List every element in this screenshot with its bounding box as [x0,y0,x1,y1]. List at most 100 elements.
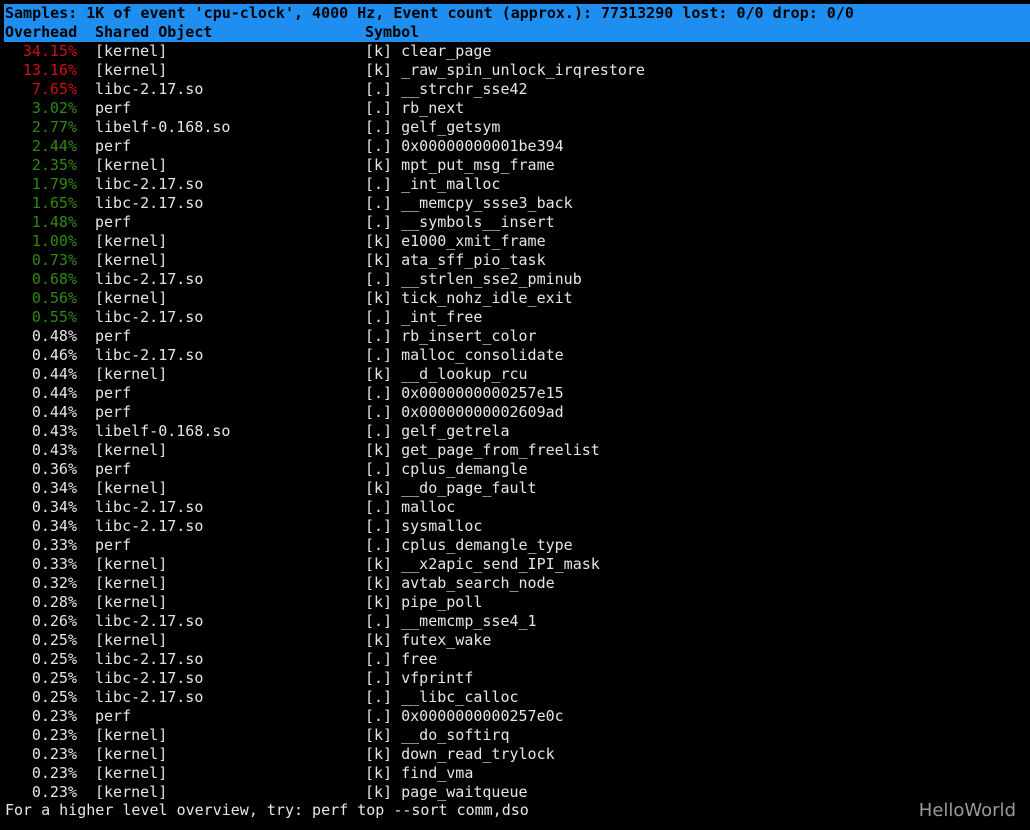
overhead-cell: 0.44% [31,403,77,421]
table-row[interactable]: 0.34% [kernel] [k] __do_page_fault [5,479,1030,498]
table-row[interactable]: 1.65% libc-2.17.so [.] __memcpy_ssse3_back [5,194,1030,213]
table-row[interactable]: 34.15% [kernel] [k] clear_page [5,42,1030,61]
symbol-cell: [.] 0x00000000002609ad [365,403,564,421]
table-row[interactable]: 0.73% [kernel] [k] ata_sff_pio_task [5,251,1030,270]
summary-line: Samples: 1K of event 'cpu-clock', 4000 H… [5,4,854,22]
table-row[interactable]: 2.44% perf [.] 0x00000000001be394 [5,137,1030,156]
overhead-cell: 0.56% [31,289,77,307]
table-row[interactable]: 0.34% libc-2.17.so [.] malloc [5,498,1030,517]
table-row[interactable]: 2.77% libelf-0.168.so [.] gelf_getsym [5,118,1030,137]
shared-object-cell: perf [95,460,132,478]
watermark: HelloWorld [918,800,1016,821]
shared-object-cell: [kernel] [95,631,168,649]
table-row[interactable]: 0.44% [kernel] [k] __d_lookup_rcu [5,365,1030,384]
table-row[interactable]: 0.44% perf [.] 0x00000000002609ad [5,403,1030,422]
table-row[interactable]: 0.33% [kernel] [k] __x2apic_send_IPI_mask [5,555,1030,574]
table-row[interactable]: 0.55% libc-2.17.so [.] _int_free [5,308,1030,327]
overhead-cell: 0.36% [31,460,77,478]
symbol-cell: [k] e1000_xmit_frame [365,232,546,250]
symbol-cell: [k] __d_lookup_rcu [365,365,528,383]
table-row[interactable]: 1.00% [kernel] [k] e1000_xmit_frame [5,232,1030,251]
shared-object-cell: libelf-0.168.so [95,422,231,440]
shared-object-cell: perf [95,707,132,725]
table-row[interactable]: 0.23% [kernel] [k] find_vma [5,764,1030,783]
shared-object-cell: [kernel] [95,479,168,497]
table-row[interactable]: 2.35% [kernel] [k] mpt_put_msg_frame [5,156,1030,175]
overhead-cell: 0.25% [31,631,77,649]
table-row[interactable]: 0.23% [kernel] [k] page_waitqueue [5,783,1030,802]
table-row[interactable]: 0.43% libelf-0.168.so [.] gelf_getrela [5,422,1030,441]
table-row[interactable]: 0.23% perf [.] 0x0000000000257e0c [5,707,1030,726]
table-row[interactable]: 0.48% perf [.] rb_insert_color [5,327,1030,346]
table-row[interactable]: 7.65% libc-2.17.so [.] __strchr_sse42 [5,80,1030,99]
table-row[interactable]: 0.25% [kernel] [k] futex_wake [5,631,1030,650]
table-row[interactable]: 3.02% perf [.] rb_next [5,99,1030,118]
table-row[interactable]: 0.33% perf [.] cplus_demangle_type [5,536,1030,555]
table-row[interactable]: 1.48% perf [.] __symbols__insert [5,213,1030,232]
overhead-cell: 0.25% [31,688,77,706]
overhead-cell: 7.65% [31,80,77,98]
table-row[interactable]: 0.32% [kernel] [k] avtab_search_node [5,574,1030,593]
symbol-cell: [.] malloc_consolidate [365,346,564,364]
overhead-cell: 0.44% [31,384,77,402]
shared-object-cell: libc-2.17.so [95,175,204,193]
table-row[interactable]: 0.25% libc-2.17.so [.] __libc_calloc [5,688,1030,707]
shared-object-cell: [kernel] [95,574,168,592]
shared-object-cell: libc-2.17.so [95,346,204,364]
overhead-cell: 1.65% [31,194,77,212]
table-row[interactable]: 0.44% perf [.] 0x0000000000257e15 [5,384,1030,403]
shared-object-cell: [kernel] [95,593,168,611]
shared-object-cell: libc-2.17.so [95,498,204,516]
symbol-cell: [.] __memcpy_ssse3_back [365,194,573,212]
shared-object-cell: [kernel] [95,251,168,269]
table-row[interactable]: 1.79% libc-2.17.so [.] _int_malloc [5,175,1030,194]
shared-object-cell: libc-2.17.so [95,194,204,212]
symbol-cell: [.] __memcmp_sse4_1 [365,612,537,630]
column-shared-object[interactable]: Shared Object [95,23,212,42]
overhead-cell: 0.33% [31,555,77,573]
symbol-cell: [.] rb_insert_color [365,327,537,345]
symbol-cell: [k] clear_page [365,42,492,60]
overhead-cell: 0.23% [31,726,77,744]
symbol-cell: [k] __x2apic_send_IPI_mask [365,555,600,573]
overhead-cell: 0.33% [31,536,77,554]
table-row[interactable]: 0.34% libc-2.17.so [.] sysmalloc [5,517,1030,536]
overhead-cell: 0.43% [31,422,77,440]
table-row[interactable]: 13.16% [kernel] [k] _raw_spin_unlock_irqre… [5,61,1030,80]
table-row[interactable]: 0.28% [kernel] [k] pipe_poll [5,593,1030,612]
overhead-cell: 0.73% [31,251,77,269]
symbol-cell: [.] 0x00000000001be394 [365,137,564,155]
table-row[interactable]: 0.36% perf [.] cplus_demangle [5,460,1030,479]
column-overhead[interactable]: Overhead [5,23,77,42]
table-row[interactable]: 0.68% libc-2.17.so [.] __strlen_sse2_pminu… [5,270,1030,289]
table-row[interactable]: 0.43% [kernel] [k] get_page_from_freelist [5,441,1030,460]
shared-object-cell: libc-2.17.so [95,612,204,630]
shared-object-cell: libc-2.17.so [95,270,204,288]
shared-object-cell: libc-2.17.so [95,650,204,668]
symbol-cell: [k] down_read_trylock [365,745,555,763]
symbol-cell: [k] ata_sff_pio_task [365,251,546,269]
table-row[interactable]: 0.25% libc-2.17.so [.] vfprintf [5,669,1030,688]
shared-object-cell: libc-2.17.so [95,80,204,98]
table-row[interactable]: 0.25% libc-2.17.so [.] free [5,650,1030,669]
shared-object-cell: libc-2.17.so [95,308,204,326]
symbol-cell: [.] _int_free [365,308,483,326]
shared-object-cell: [kernel] [95,783,168,801]
symbol-cell: [k] page_waitqueue [365,783,528,801]
symbol-cell: [k] _raw_spin_unlock_irqrestore [365,61,645,79]
symbol-cell: [k] avtab_search_node [365,574,555,592]
column-symbol[interactable]: Symbol [365,23,419,42]
overhead-cell: 0.28% [31,593,77,611]
table-row[interactable]: 0.23% [kernel] [k] __do_softirq [5,726,1030,745]
shared-object-cell: libc-2.17.so [95,688,204,706]
symbol-cell: [.] _int_malloc [365,175,501,193]
table-row[interactable]: 0.23% [kernel] [k] down_read_trylock [5,745,1030,764]
overhead-cell: 0.23% [31,783,77,801]
symbol-cell: [k] pipe_poll [365,593,483,611]
shared-object-cell: libelf-0.168.so [95,118,231,136]
table-row[interactable]: 0.26% libc-2.17.so [.] __memcmp_sse4_1 [5,612,1030,631]
overhead-cell: 0.34% [31,479,77,497]
shared-object-cell: perf [95,213,132,231]
table-row[interactable]: 0.56% [kernel] [k] tick_nohz_idle_exit [5,289,1030,308]
table-row[interactable]: 0.46% libc-2.17.so [.] malloc_consolidate [5,346,1030,365]
